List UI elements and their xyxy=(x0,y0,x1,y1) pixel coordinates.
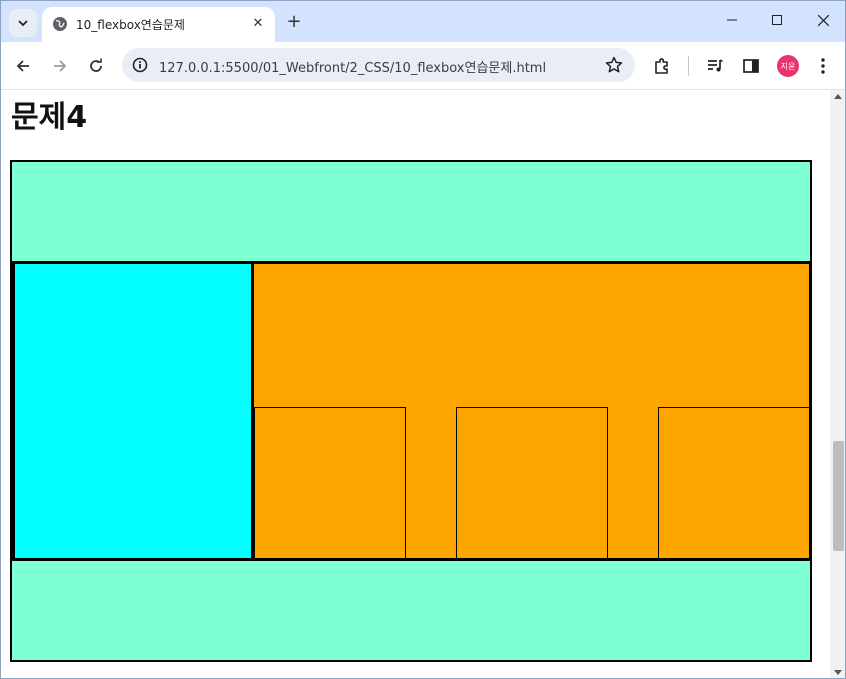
close-window-button[interactable] xyxy=(800,5,845,35)
tab-active[interactable]: 10_flexbox연습문제 ✕ xyxy=(42,7,275,42)
site-info-button[interactable] xyxy=(128,53,152,77)
inner-box-2 xyxy=(456,407,608,559)
star-icon xyxy=(605,56,623,73)
reload-icon xyxy=(90,58,102,72)
profile-avatar[interactable]: 지윤 xyxy=(777,55,799,77)
maximize-button[interactable] xyxy=(754,5,800,35)
scroll-up-arrow-icon[interactable] xyxy=(834,94,842,99)
browser-menu-button[interactable] xyxy=(811,54,835,78)
new-tab-button[interactable]: + xyxy=(283,10,305,32)
page-title: 문제4 xyxy=(11,100,88,135)
browser-window: 10_flexbox연습문제 ✕ + 127.0.0.1:5500/01_Web… xyxy=(0,0,846,679)
back-button[interactable] xyxy=(9,52,37,80)
reload-button[interactable] xyxy=(82,52,110,80)
left-panel xyxy=(15,264,254,558)
inner-box-3 xyxy=(658,407,810,559)
arrow-left-icon xyxy=(16,60,29,72)
middle-row xyxy=(12,261,812,561)
forward-button[interactable] xyxy=(46,52,74,80)
chevron-down-icon xyxy=(18,20,28,27)
scrollbar-thumb[interactable] xyxy=(833,441,844,551)
media-queue-icon xyxy=(708,59,723,72)
puzzle-icon xyxy=(655,58,668,74)
browser-toolbar: 127.0.0.1:5500/01_Webfront/2_CSS/10_flex… xyxy=(1,42,845,90)
scroll-down-arrow-icon[interactable] xyxy=(834,670,842,675)
vertical-scrollbar[interactable] xyxy=(830,90,845,678)
kebab-menu-icon xyxy=(821,58,825,74)
tab-strip: 10_flexbox연습문제 ✕ + xyxy=(1,1,845,42)
page-viewport: 문제4 xyxy=(1,90,830,678)
toolbar-separator xyxy=(688,56,689,76)
globe-icon xyxy=(53,17,67,31)
address-bar[interactable]: 127.0.0.1:5500/01_Webfront/2_CSS/10_flex… xyxy=(122,48,635,82)
tab-search-button[interactable] xyxy=(9,9,37,37)
inner-box-1 xyxy=(254,407,406,559)
tab-title: 10_flexbox연습문제 xyxy=(76,18,185,32)
arrow-right-icon xyxy=(54,60,67,72)
side-panel-icon xyxy=(743,59,759,73)
minimize-button[interactable] xyxy=(709,5,755,35)
footer-region xyxy=(12,561,810,660)
side-panel-button[interactable] xyxy=(739,54,763,78)
media-control-button[interactable] xyxy=(703,54,727,78)
minimize-icon xyxy=(727,19,737,21)
maximize-icon xyxy=(772,15,782,25)
bookmark-button[interactable] xyxy=(603,54,625,76)
extensions-button[interactable] xyxy=(650,54,674,78)
url-text: 127.0.0.1:5500/01_Webfront/2_CSS/10_flex… xyxy=(159,61,547,76)
header-region xyxy=(12,162,810,262)
right-panel xyxy=(254,264,810,559)
flex-container xyxy=(10,160,812,662)
tab-close-button[interactable]: ✕ xyxy=(249,14,267,32)
close-icon xyxy=(817,14,829,26)
info-icon xyxy=(132,57,148,73)
